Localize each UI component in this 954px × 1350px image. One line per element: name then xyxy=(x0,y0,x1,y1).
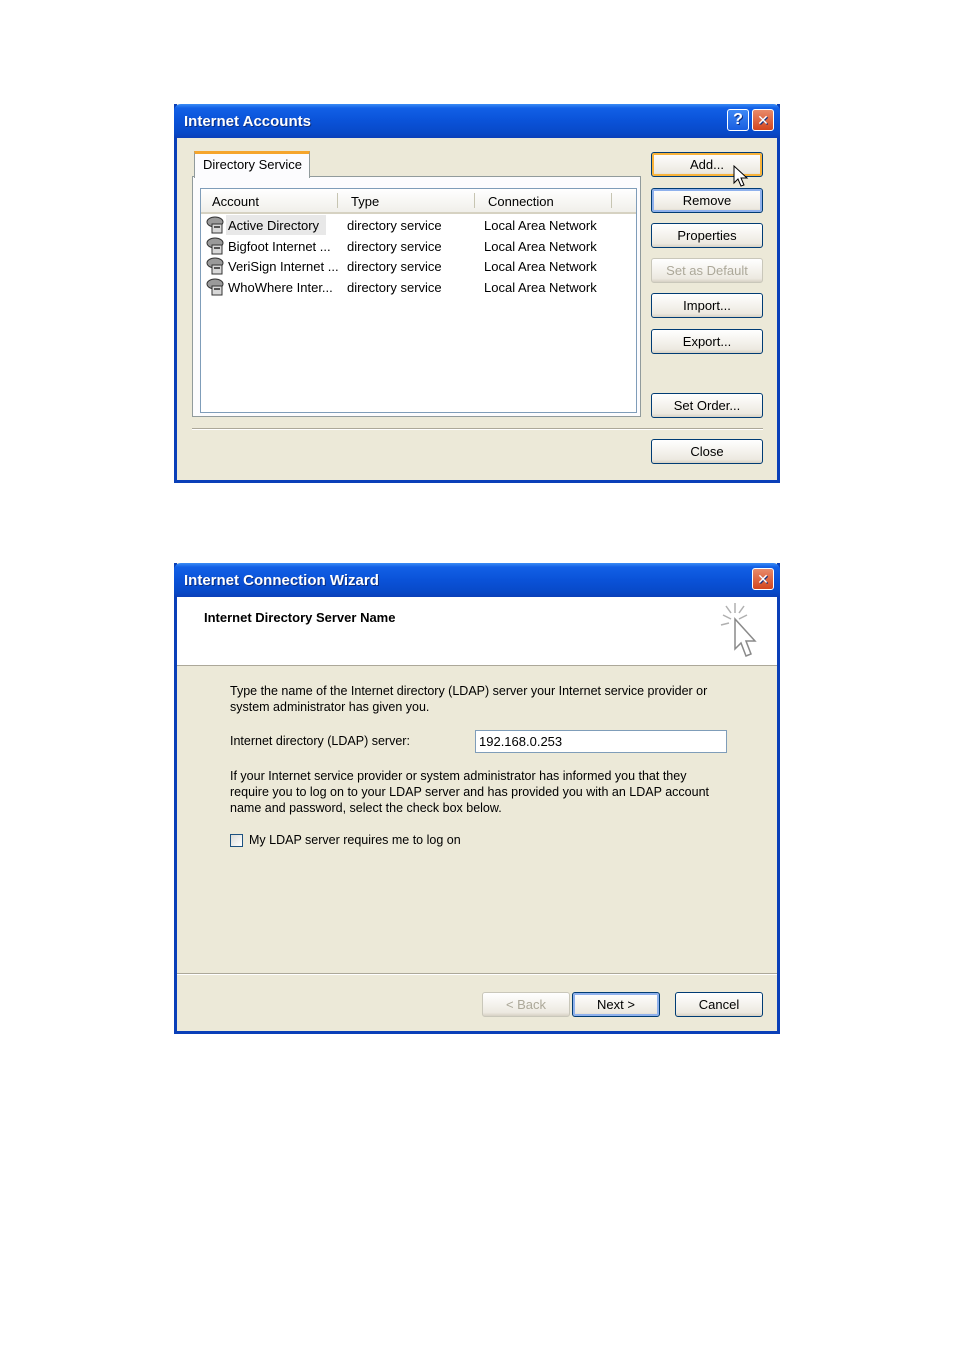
cell-account: VeriSign Internet ... xyxy=(228,259,339,274)
set-default-button[interactable]: Set as Default xyxy=(651,258,763,283)
accounts-title: Internet Accounts xyxy=(184,113,311,130)
export-button[interactable]: Export... xyxy=(651,329,763,354)
table-row[interactable]: Bigfoot Internet ... directory service L… xyxy=(201,236,636,256)
info-text: If your Internet service provider or sys… xyxy=(230,768,709,816)
address-book-icon xyxy=(206,278,224,296)
divider xyxy=(177,973,777,975)
directory-service-panel: Account Type Connection Active Directory… xyxy=(192,176,641,417)
close-icon[interactable]: ✕ xyxy=(752,568,774,590)
cell-type: directory service xyxy=(347,239,442,254)
cell-connection: Local Area Network xyxy=(484,259,597,274)
info-line: name and password, select the check box … xyxy=(230,801,502,815)
column-type[interactable]: Type xyxy=(351,194,379,209)
back-button[interactable]: < Back xyxy=(482,992,570,1017)
help-button[interactable]: ? xyxy=(727,109,749,131)
column-divider[interactable] xyxy=(611,193,612,208)
accounts-list[interactable]: Account Type Connection Active Directory… xyxy=(200,188,637,413)
info-line: If your Internet service provider or sys… xyxy=(230,769,687,783)
remove-button[interactable]: Remove xyxy=(651,188,763,213)
column-connection[interactable]: Connection xyxy=(488,194,554,209)
cell-connection: Local Area Network xyxy=(484,280,597,295)
close-icon[interactable]: ✕ xyxy=(752,109,774,131)
cell-type: directory service xyxy=(347,280,442,295)
table-row[interactable]: Active Directory directory service Local… xyxy=(201,215,636,235)
intro-text: Type the name of the Internet directory … xyxy=(230,683,707,715)
ldap-server-input[interactable]: 192.168.0.253 xyxy=(475,730,727,753)
ldap-logon-checkbox[interactable] xyxy=(230,834,243,847)
import-button[interactable]: Import... xyxy=(651,293,763,318)
server-label: Internet directory (LDAP) server: xyxy=(230,734,410,748)
cancel-button[interactable]: Cancel xyxy=(675,992,763,1017)
internet-accounts-dialog: Internet Accounts ? ✕ Directory Service … xyxy=(174,104,780,483)
checkbox-label[interactable]: My LDAP server requires me to log on xyxy=(249,833,461,847)
column-account[interactable]: Account xyxy=(212,194,259,209)
wizard-titlebar[interactable]: Internet Connection Wizard ✕ xyxy=(174,563,780,597)
cell-type: directory service xyxy=(347,218,442,233)
address-book-icon xyxy=(206,257,224,275)
connection-wizard-dialog: Internet Connection Wizard ✕ Internet Di… xyxy=(174,563,780,1034)
wizard-title: Internet Connection Wizard xyxy=(184,572,379,589)
next-button[interactable]: Next > xyxy=(572,992,660,1017)
divider xyxy=(192,428,763,430)
wizard-header: Internet Directory Server Name xyxy=(177,597,777,666)
properties-button[interactable]: Properties xyxy=(651,223,763,248)
tab-directory-service[interactable]: Directory Service xyxy=(194,151,310,178)
address-book-icon xyxy=(206,237,224,255)
intro-line: Type the name of the Internet directory … xyxy=(230,684,708,698)
accounts-titlebar[interactable]: Internet Accounts ? ✕ xyxy=(174,104,780,138)
table-row[interactable]: WhoWhere Inter... directory service Loca… xyxy=(201,277,636,297)
info-line: require you to log on to your LDAP serve… xyxy=(230,785,709,799)
cell-account: Active Directory xyxy=(228,218,320,233)
cell-connection: Local Area Network xyxy=(484,239,597,254)
cell-type: directory service xyxy=(347,259,442,274)
list-header: Account Type Connection xyxy=(201,189,636,214)
wizard-header-title: Internet Directory Server Name xyxy=(204,610,396,625)
wizard-pointer-icon xyxy=(720,603,757,657)
column-divider[interactable] xyxy=(474,193,475,208)
intro-line: system administrator has given you. xyxy=(230,700,430,714)
cell-account: Bigfoot Internet ... xyxy=(228,239,331,254)
close-button[interactable]: Close xyxy=(651,439,763,464)
address-book-icon xyxy=(206,216,224,234)
mouse-pointer-icon xyxy=(733,165,749,187)
set-order-button[interactable]: Set Order... xyxy=(651,393,763,418)
cell-connection: Local Area Network xyxy=(484,218,597,233)
column-divider[interactable] xyxy=(337,193,338,208)
cell-account: WhoWhere Inter... xyxy=(228,280,333,295)
table-row[interactable]: VeriSign Internet ... directory service … xyxy=(201,256,636,276)
